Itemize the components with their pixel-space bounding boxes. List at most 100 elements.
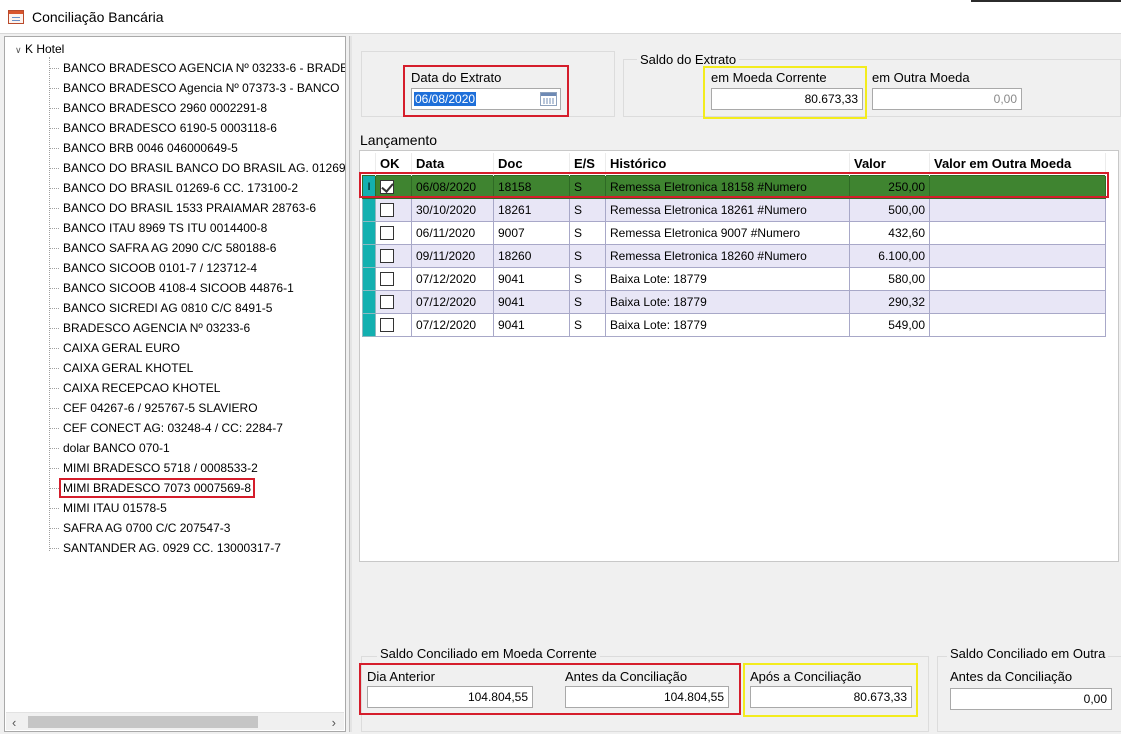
lancamento-grid[interactable]: OK Data Doc E/S Histórico Valor Valor em… xyxy=(359,150,1119,562)
tree-item[interactable]: BANCO DO BRASIL BANCO DO BRASIL AG. 0126… xyxy=(49,158,346,178)
cell-ok[interactable] xyxy=(375,243,412,268)
tree-item[interactable]: SAFRA AG 0700 C/C 207547-3 xyxy=(49,518,345,538)
table-row[interactable]: 06/11/2020 9007 S Remessa Eletronica 9007 #… xyxy=(362,220,1106,245)
tree-item-label: SAFRA AG 0700 C/C 207547-3 xyxy=(63,521,231,535)
tree-item[interactable]: CEF 04267-6 / 925767-5 SLAVIERO xyxy=(49,398,345,418)
outra-antes-label: Antes da Conciliação xyxy=(950,669,1073,684)
header-ok[interactable]: OK xyxy=(375,153,412,175)
checkbox[interactable] xyxy=(380,317,394,332)
tree-item[interactable]: BANCO SAFRA AG 2090 C/C 580188-6 xyxy=(49,238,345,258)
tree-item-label: BRADESCO AGENCIA Nº 03233-6 xyxy=(63,321,251,335)
table-row[interactable]: 07/12/2020 9041 S Baixa Lote: 18779 290,32 xyxy=(362,289,1106,314)
collapse-icon[interactable]: ∨ xyxy=(15,42,25,58)
tree-item[interactable]: BANCO BRB 0046 046000649-5 xyxy=(49,138,345,158)
table-row[interactable]: 30/10/2020 18261 S Remessa Eletronica 18261… xyxy=(362,197,1106,222)
tree-item[interactable]: BANCO SICOOB 0101-7 / 123712-4 xyxy=(49,258,345,278)
cell-valor-outra-moeda xyxy=(929,243,1106,268)
outra-antes-field[interactable]: 0,00 xyxy=(950,688,1112,710)
reconciliation-panel: Data do Extrato 06/08/2020 Saldo do Extr… xyxy=(353,36,1121,734)
tree-item-label: BANCO DO BRASIL BANCO DO BRASIL AG. 0126… xyxy=(63,161,346,175)
cell-doc: 9041 xyxy=(493,266,570,291)
tree-root[interactable]: ∨ K Hotel xyxy=(15,41,64,57)
cell-doc: 18261 xyxy=(493,197,570,222)
table-row[interactable]: 07/12/2020 9041 S Baixa Lote: 18779 549,00 xyxy=(362,312,1106,337)
tree-item[interactable]: BANCO ITAU 8969 TS ITU 0014400-8 xyxy=(49,218,345,238)
tree-item-label: BANCO DO BRASIL 01269-6 CC. 173100-2 xyxy=(63,181,299,195)
tree-item[interactable]: CAIXA RECEPCAO KHOTEL xyxy=(49,378,345,398)
header-valor-outra-moeda[interactable]: Valor em Outra Moeda xyxy=(929,153,1106,175)
saldo-outra-title: Saldo Conciliado em Outra xyxy=(947,646,1109,661)
cell-ok[interactable] xyxy=(375,174,412,199)
header-doc[interactable]: Doc xyxy=(493,153,570,175)
cell-ok[interactable] xyxy=(375,289,412,314)
cell-es: S xyxy=(569,266,606,291)
tree-item[interactable]: dolar BANCO 070-1 xyxy=(49,438,345,458)
cell-valor-outra-moeda xyxy=(929,197,1106,222)
table-header-row: OK Data Doc E/S Histórico Valor Valor em… xyxy=(362,153,1106,175)
antes-conciliacao-field[interactable]: 104.804,55 xyxy=(565,686,729,708)
checkbox[interactable] xyxy=(380,202,394,217)
date-input[interactable]: 06/08/2020 xyxy=(411,88,561,110)
cell-es: S xyxy=(569,220,606,245)
outra-moeda-field[interactable]: 0,00 xyxy=(872,88,1022,110)
table-row[interactable]: I 06/08/2020 18158 S Remessa Eletronica 1815… xyxy=(362,174,1106,199)
cell-ok[interactable] xyxy=(375,266,412,291)
row-indicator: I xyxy=(362,174,376,199)
tree-item[interactable]: MIMI BRADESCO 7073 0007569-8 xyxy=(49,478,345,498)
tree-item-label: MIMI BRADESCO 7073 0007569-8 xyxy=(59,478,256,498)
header-es[interactable]: E/S xyxy=(569,153,606,175)
cell-valor-outra-moeda xyxy=(929,220,1106,245)
bank-account-tree[interactable]: ∨ K Hotel BANCO BRADESCO AGENCIA Nº 03233… xyxy=(4,36,346,732)
tree-item[interactable]: MIMI BRADESCO 5718 / 0008533-2 xyxy=(49,458,345,478)
cell-valor-outra-moeda xyxy=(929,266,1106,291)
cell-doc: 9041 xyxy=(493,289,570,314)
tree-item[interactable]: CEF CONECT AG: 03248-4 / CC: 2284-7 xyxy=(49,418,345,438)
panel-splitter[interactable] xyxy=(349,36,352,732)
tree-item[interactable]: BANCO BRADESCO AGENCIA Nº 03233-6 - BRAD… xyxy=(49,58,346,78)
tree-item[interactable]: BRADESCO AGENCIA Nº 03233-6 xyxy=(49,318,345,338)
tree-item[interactable]: BANCO BRADESCO 2960 0002291-8 xyxy=(49,98,345,118)
antes-conciliacao-label: Antes da Conciliação xyxy=(565,669,688,684)
row-indicator xyxy=(362,220,376,245)
tree-item[interactable]: BANCO SICREDI AG 0810 C/C 8491-5 xyxy=(49,298,345,318)
tree-horizontal-scrollbar[interactable]: ‹ › xyxy=(6,712,344,730)
tree-item-label: CAIXA GERAL EURO xyxy=(63,341,180,355)
checkbox[interactable] xyxy=(380,271,394,286)
tree-item[interactable]: BANCO BRADESCO Agencia Nº 07373-3 - BANC… xyxy=(49,78,345,98)
window-titlebar: Conciliação Bancária xyxy=(0,0,1121,34)
scrollbar-thumb[interactable] xyxy=(28,716,258,728)
tree-item[interactable]: BANCO DO BRASIL 01269-6 CC. 173100-2 xyxy=(49,178,345,198)
scroll-left-icon[interactable]: ‹ xyxy=(12,715,16,730)
dia-anterior-field[interactable]: 104.804,55 xyxy=(367,686,533,708)
checkbox[interactable] xyxy=(380,225,394,240)
tree-item[interactable]: SANTANDER AG. 0929 CC. 13000317-7 xyxy=(49,538,345,558)
checked-checkbox[interactable] xyxy=(380,179,394,194)
apos-conciliacao-field[interactable]: 80.673,33 xyxy=(750,686,912,708)
cell-es: S xyxy=(569,174,606,199)
window-title: Conciliação Bancária xyxy=(32,9,164,25)
checkbox[interactable] xyxy=(380,294,394,309)
header-valor[interactable]: Valor xyxy=(849,153,930,175)
table-row[interactable]: 09/11/2020 18260 S Remessa Eletronica 18260… xyxy=(362,243,1106,268)
checkbox[interactable] xyxy=(380,248,394,263)
cell-doc: 18260 xyxy=(493,243,570,268)
cell-data: 06/08/2020 xyxy=(411,174,494,199)
cell-ok[interactable] xyxy=(375,220,412,245)
header-data[interactable]: Data xyxy=(411,153,494,175)
header-historico[interactable]: Histórico xyxy=(605,153,850,175)
tree-item[interactable]: MIMI ITAU 01578-5 xyxy=(49,498,345,518)
cell-historico: Remessa Eletronica 9007 #Numero xyxy=(605,220,850,245)
calendar-icon[interactable] xyxy=(540,92,557,106)
tree-item[interactable]: BANCO BRADESCO 6190-5 0003118-6 xyxy=(49,118,345,138)
cell-ok[interactable] xyxy=(375,197,412,222)
tree-item[interactable]: CAIXA GERAL EURO xyxy=(49,338,345,358)
tree-item[interactable]: BANCO DO BRASIL 1533 PRAIAMAR 28763-6 xyxy=(49,198,345,218)
tree-item[interactable]: CAIXA GERAL KHOTEL xyxy=(49,358,345,378)
scroll-right-icon[interactable]: › xyxy=(332,715,336,730)
tree-item[interactable]: BANCO SICOOB 4108-4 SICOOB 44876-1 xyxy=(49,278,345,298)
cell-ok[interactable] xyxy=(375,312,412,337)
tree-item-label: BANCO BRADESCO AGENCIA Nº 03233-6 - BRAD… xyxy=(63,61,346,75)
moeda-corrente-field[interactable]: 80.673,33 xyxy=(711,88,863,110)
table-row[interactable]: 07/12/2020 9041 S Baixa Lote: 18779 580,00 xyxy=(362,266,1106,291)
cell-data: 07/12/2020 xyxy=(411,266,494,291)
